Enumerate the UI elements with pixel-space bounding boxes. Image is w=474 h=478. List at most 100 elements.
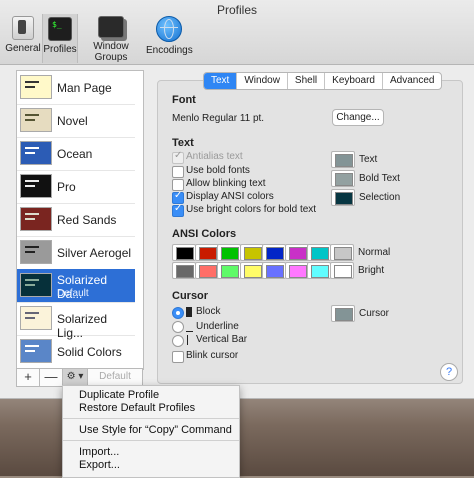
ansi-bright-color-well[interactable] <box>239 262 264 279</box>
tab-text[interactable]: Text <box>204 73 238 89</box>
color-swatch <box>198 247 217 260</box>
profile-name: Pro <box>57 180 76 194</box>
bold-text-color-label: Bold Text <box>359 173 400 184</box>
profile-thumbnail <box>20 240 52 264</box>
settings-panel: Font Menlo Regular 11 pt. Change... Text… <box>157 80 463 384</box>
profile-thumbnail <box>20 75 52 99</box>
blink-cursor-label: Blink cursor <box>186 350 239 361</box>
profile-item-pro[interactable]: Pro <box>17 170 135 204</box>
font-heading: Font <box>172 94 196 106</box>
bright-bold-label: Use bright colors for bold text <box>186 204 317 215</box>
ansi-normal-color-well[interactable] <box>239 244 264 261</box>
tab-shell[interactable]: Shell <box>288 73 326 89</box>
profile-item-silver-aerogel[interactable]: Silver Aerogel <box>17 236 135 270</box>
blink-cursor-checkbox[interactable] <box>172 351 184 363</box>
tab-window[interactable]: Window <box>237 73 288 89</box>
profile-item-ocean[interactable]: Ocean <box>17 137 135 171</box>
ansi-normal-color-well[interactable] <box>217 244 241 261</box>
ansi-bright-color-well[interactable] <box>307 262 331 279</box>
antialias-checkbox[interactable] <box>172 150 184 164</box>
bright-bold-checkbox[interactable] <box>172 203 184 217</box>
bold-fonts-checkbox[interactable] <box>172 166 184 178</box>
cursor-underline-label: Underline <box>196 321 239 332</box>
color-swatch <box>311 265 329 278</box>
profile-name: Novel <box>57 114 88 128</box>
ansi-heading: ANSI Colors <box>172 228 237 240</box>
bold-text-color-well[interactable] <box>331 170 355 187</box>
profile-item-solarized-dark[interactable]: Solarized Da... Default <box>17 269 135 303</box>
profile-thumbnail <box>20 141 52 165</box>
selection-color-well[interactable] <box>331 189 355 206</box>
toolbar-label: General <box>5 43 41 54</box>
profile-thumbnail <box>20 306 52 330</box>
font-value: Menlo Regular 11 pt. <box>172 113 265 124</box>
profile-item-man-page[interactable]: Man Page <box>17 71 135 105</box>
help-button[interactable]: ? <box>440 363 458 381</box>
profile-name: Solid Colors <box>57 345 122 359</box>
toolbar-encodings[interactable]: Encodings <box>146 16 193 62</box>
color-swatch <box>243 265 262 278</box>
ansi-bright-color-well[interactable] <box>172 262 196 279</box>
ansi-colors-label: Display ANSI colors <box>186 191 274 202</box>
encodings-icon <box>156 16 182 42</box>
toolbar-general[interactable]: General <box>4 16 42 62</box>
toolbar-profiles[interactable]: Profiles <box>42 14 78 63</box>
profile-list[interactable]: Man Page Novel Ocean Pro Red Sands Silve… <box>16 70 144 370</box>
tab-keyboard[interactable]: Keyboard <box>325 73 383 89</box>
block-cursor-icon <box>186 307 192 317</box>
toolbar-window-groups[interactable]: Window Groups <box>78 16 144 63</box>
menu-item-import[interactable]: Import... <box>79 446 119 458</box>
remove-profile-button[interactable]: — <box>39 368 63 387</box>
ansi-normal-color-well[interactable] <box>262 244 286 261</box>
menu-item-export[interactable]: Export... <box>79 459 120 471</box>
ansi-normal-color-well[interactable] <box>172 244 196 261</box>
underline-cursor-icon <box>186 331 193 332</box>
profile-name: Red Sands <box>57 213 117 227</box>
tab-advanced[interactable]: Advanced <box>383 73 441 89</box>
cursor-color-well[interactable] <box>331 305 355 322</box>
color-swatch <box>288 247 307 260</box>
menu-item-duplicate-profile[interactable]: Duplicate Profile <box>79 389 159 401</box>
cursor-color-label: Cursor <box>359 308 390 319</box>
menu-item-restore-defaults[interactable]: Restore Default Profiles <box>79 402 195 414</box>
menu-separator <box>63 418 239 419</box>
change-font-button[interactable]: Change... <box>332 109 384 126</box>
profile-name: Ocean <box>57 147 93 161</box>
window-groups-icon <box>98 16 124 38</box>
antialias-label: Antialias text <box>186 151 243 162</box>
text-color-label: Text <box>359 154 378 165</box>
color-swatch <box>221 247 239 260</box>
ansi-normal-color-well[interactable] <box>329 244 354 261</box>
cursor-underline-radio[interactable] <box>172 321 184 333</box>
cursor-block-radio[interactable] <box>172 307 184 319</box>
cursor-vertical-bar-radio[interactable] <box>172 335 184 347</box>
ansi-normal-color-well[interactable] <box>307 244 331 261</box>
blinking-text-label: Allow blinking text <box>186 178 266 189</box>
text-color-well[interactable] <box>331 151 355 168</box>
color-swatch <box>288 265 307 278</box>
color-swatch <box>333 265 352 278</box>
profile-name: Man Page <box>57 81 112 95</box>
general-icon <box>12 16 34 40</box>
ansi-bright-color-well[interactable] <box>262 262 286 279</box>
color-swatch <box>333 247 352 260</box>
color-swatch <box>198 265 217 278</box>
profile-item-solid-colors[interactable]: Solid Colors <box>17 335 135 369</box>
vertical-bar-cursor-icon <box>187 335 188 345</box>
profile-item-red-sands[interactable]: Red Sands <box>17 203 135 237</box>
color-swatch <box>221 265 239 278</box>
ansi-bright-color-well[interactable] <box>329 262 354 279</box>
profile-list-controls: + — ⚙ ▾ Default <box>16 368 143 387</box>
profile-item-solarized-light[interactable]: Solarized Lig... <box>17 302 135 340</box>
color-swatch <box>266 247 284 260</box>
ansi-bright-color-well[interactable] <box>194 262 219 279</box>
add-profile-button[interactable]: + <box>16 368 40 387</box>
ansi-bright-color-well[interactable] <box>217 262 241 279</box>
menu-item-use-style-for-copy[interactable]: Use Style for “Copy” Command <box>79 424 232 436</box>
ansi-normal-color-well[interactable] <box>284 244 309 261</box>
profile-item-novel[interactable]: Novel <box>17 104 135 138</box>
default-badge: Default <box>57 288 89 299</box>
ansi-bright-color-well[interactable] <box>284 262 309 279</box>
profile-actions-menu: Duplicate Profile Restore Default Profil… <box>62 385 240 478</box>
ansi-normal-color-well[interactable] <box>194 244 219 261</box>
